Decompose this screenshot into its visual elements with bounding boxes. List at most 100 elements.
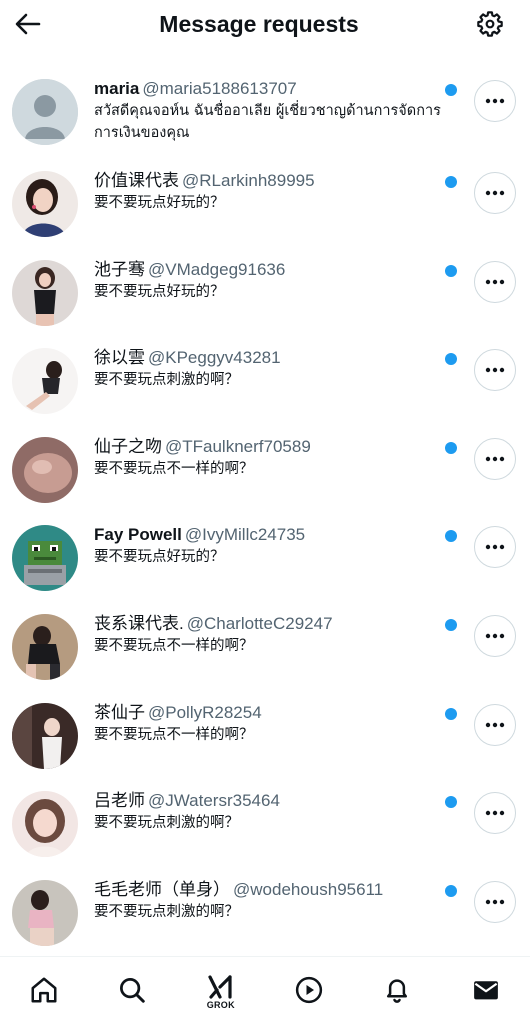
sender-handle: @KPeggyv43281 — [148, 348, 281, 368]
more-horizontal-icon — [485, 98, 505, 104]
avatar — [12, 791, 78, 858]
message-requests-list: maria @maria5188613707 สวัสดีคุณจอห์น ฉัน… — [0, 66, 530, 955]
bell-icon — [387, 979, 408, 1003]
nav-notifications[interactable] — [369, 975, 425, 1015]
request-row[interactable]: 丧系课代表. @CharlotteC29247 要不要玩点不一样的啊？ — [0, 601, 530, 690]
more-horizontal-icon — [485, 633, 505, 639]
avatar-photo — [12, 702, 78, 769]
more-options-button[interactable] — [474, 526, 516, 569]
unread-indicator — [445, 707, 457, 720]
more-options-button[interactable] — [474, 437, 516, 480]
avatar-photo — [12, 259, 78, 326]
more-horizontal-icon — [485, 190, 505, 196]
avatar-photo — [12, 791, 78, 858]
request-row[interactable]: 徐以雲 @KPeggyv43281 要不要玩点刺激的啊？ — [0, 335, 530, 424]
avatar — [12, 436, 78, 503]
sender-handle: @CharlotteC29247 — [186, 613, 333, 633]
request-row[interactable]: Fay Powell @IvyMillc24735 要不要玩点好玩的？ — [0, 512, 530, 601]
app: Message requests maria@maria5188613707 — [0, 0, 530, 1024]
grok-label: GROK — [206, 1000, 235, 1010]
more-horizontal-icon — [485, 367, 505, 373]
nav-messages[interactable] — [458, 975, 514, 1015]
sender-name: 池子骞 — [94, 259, 145, 279]
request-row[interactable]: 池子骞 @VMadgeg91636 要不要玩点好玩的？ — [0, 247, 530, 336]
avatar — [12, 613, 78, 680]
nav-grok[interactable]: GROK — [193, 975, 249, 1015]
sender-handle: @wodehoush95611 — [233, 879, 384, 899]
more-horizontal-icon — [485, 279, 505, 284]
avatar — [12, 171, 78, 237]
request-content: 池子骞 @VMadgeg91636 要不要玩点好玩的？ — [94, 259, 444, 303]
avatar — [12, 702, 78, 769]
more-options-button[interactable] — [474, 614, 516, 657]
back-button[interactable] — [4, 0, 52, 48]
more-options-button[interactable] — [474, 880, 516, 923]
gear-icon — [477, 11, 503, 37]
more-options-button[interactable] — [474, 703, 516, 746]
request-row[interactable]: 价值课代表 @RLarkinh89995 要不要玩点好玩的？ — [0, 158, 530, 247]
sender-handle: @TFaulknerf70589 — [165, 436, 311, 456]
settings-button[interactable] — [466, 0, 514, 48]
more-horizontal-icon — [485, 722, 505, 727]
message-preview: 要不要玩点好玩的？ — [94, 195, 225, 211]
request-content: 仙子之吻 @TFaulknerf70589 要不要玩点不一样的啊？ — [94, 436, 444, 480]
avatar-photo — [12, 171, 78, 237]
request-content: 茶仙子 @PollyR28254 要不要玩点不一样的啊？ — [94, 702, 444, 746]
request-content: 价值课代表 @RLarkinh89995 要不要玩点好玩的？ — [94, 170, 444, 214]
avatar — [12, 79, 78, 145]
unread-indicator — [445, 618, 457, 631]
request-content: 徐以雲 @KPeggyv43281 要不要玩点刺激的啊？ — [94, 347, 444, 391]
request-row[interactable]: 茶仙子 @PollyR28254 要不要玩点不一样的啊？ — [0, 690, 530, 779]
message-preview: 要不要玩点不一样的啊？ — [94, 637, 254, 654]
unread-indicator — [445, 353, 457, 366]
sender-name: 丧系课代表. — [94, 613, 184, 633]
request-content: Fay Powell @IvyMillc24735 要不要玩点好玩的？ — [94, 524, 444, 568]
request-row[interactable]: 毛毛老师（单身） @wodehoush95611 要不要玩点刺激的啊？ — [0, 867, 530, 956]
request-row[interactable]: maria @maria5188613707 สวัสดีคุณจอห์น ฉัน… — [0, 66, 530, 158]
message-preview: สวัสดีคุณจอห์น ฉันชื่ออาเลีย ผู้เชี่ยวชา… — [94, 103, 441, 141]
avatar-photo — [12, 879, 78, 946]
unread-indicator — [445, 441, 457, 454]
message-preview: 要不要玩点不一样的啊？ — [94, 460, 254, 477]
grok-icon — [208, 975, 232, 999]
more-options-button[interactable] — [474, 349, 516, 392]
nav-home[interactable] — [16, 975, 72, 1015]
more-options-button[interactable] — [474, 80, 516, 122]
sender-handle: @VMadgeg91636 — [148, 259, 286, 279]
request-row[interactable]: 仙子之吻 @TFaulknerf70589 要不要玩点不一样的啊？ — [0, 424, 530, 513]
more-options-button[interactable] — [474, 172, 516, 214]
top-bar: Message requests — [0, 0, 530, 48]
sender-handle: @JWatersr35464 — [148, 791, 280, 811]
nav-video[interactable] — [281, 975, 337, 1015]
sender-handle: @maria5188613707 — [142, 79, 297, 98]
message-preview: 要不要玩点刺激的啊？ — [94, 903, 239, 920]
message-preview: 要不要玩点不一样的啊？ — [94, 726, 254, 743]
more-options-button[interactable] — [474, 260, 516, 303]
unread-indicator — [445, 884, 457, 897]
avatar-photo — [12, 613, 78, 680]
unread-indicator — [445, 176, 457, 188]
sender-name: 毛毛老师（单身） — [94, 879, 230, 899]
mail-icon — [473, 981, 498, 1000]
more-horizontal-icon — [485, 456, 505, 461]
default-avatar-icon — [12, 79, 78, 145]
sender-name: 吕老师 — [94, 791, 145, 811]
sender-handle: @PollyR28254 — [148, 702, 262, 722]
more-horizontal-icon — [485, 810, 505, 816]
page-title: Message requests — [159, 10, 359, 37]
request-row[interactable]: 吕老师 @JWatersr35464 要不要玩点刺激的啊？ — [0, 778, 530, 867]
avatar-photo — [12, 436, 78, 503]
request-content: 毛毛老师（单身） @wodehoush95611 要不要玩点刺激的啊？ — [94, 879, 444, 923]
unread-indicator — [445, 264, 457, 277]
nav-search[interactable] — [104, 975, 160, 1015]
unread-indicator — [445, 796, 457, 809]
more-horizontal-icon — [485, 899, 505, 904]
sender-handle: @IvyMillc24735 — [184, 525, 306, 545]
unread-indicator — [445, 84, 457, 96]
avatar-photo — [12, 348, 78, 415]
more-options-button[interactable] — [474, 792, 516, 835]
sender-name: 徐以雲 — [94, 348, 145, 368]
request-content: 丧系课代表. @CharlotteC29247 要不要玩点不一样的啊？ — [94, 613, 444, 657]
sender-name: Fay Powell — [94, 525, 182, 545]
sender-name: 价值课代表 — [94, 171, 179, 190]
